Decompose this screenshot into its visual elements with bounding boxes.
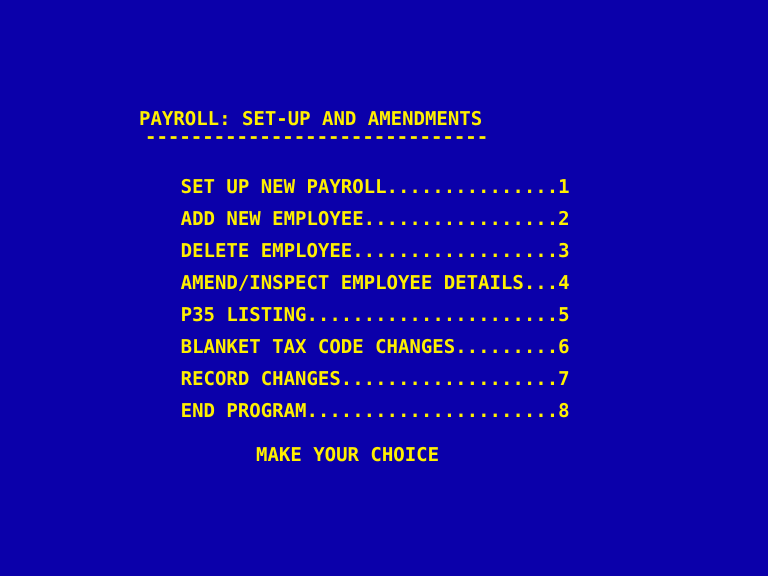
menu-item-label: RECORD CHANGES <box>180 368 341 390</box>
menu-item-key: 7 <box>558 368 570 390</box>
menu-item-dot-leader: .................. <box>352 240 559 262</box>
menu-item-label: P35 LISTING <box>180 304 307 326</box>
menu-item-label: END PROGRAM <box>180 400 307 422</box>
menu-item-dot-leader: ...................... <box>306 304 559 326</box>
menu-item-label: ADD NEW EMPLOYEE <box>180 208 364 230</box>
menu-item-set-up-new-payroll[interactable]: SET UP NEW PAYROLL...............1 <box>112 154 570 198</box>
main-menu: SET UP NEW PAYROLL...............1 ADD N… <box>112 154 570 422</box>
menu-item-label: BLANKET TAX CODE CHANGES <box>180 336 456 358</box>
terminal-screen: PAYROLL: SET-UP AND AMENDMENTS ---------… <box>0 0 768 576</box>
menu-item-dot-leader: ...................... <box>306 400 559 422</box>
menu-item-dot-leader: ................. <box>363 208 559 230</box>
menu-item-key: 5 <box>558 304 570 326</box>
choice-prompt: MAKE YOUR CHOICE <box>256 444 440 466</box>
title-block: PAYROLL: SET-UP AND AMENDMENTS ---------… <box>139 108 488 147</box>
menu-item-label: SET UP NEW PAYROLL <box>180 176 387 198</box>
menu-item-label: DELETE EMPLOYEE <box>180 240 353 262</box>
menu-item-dot-leader: ............... <box>386 176 559 198</box>
menu-item-key: 6 <box>558 336 570 358</box>
menu-item-key: 1 <box>558 176 570 198</box>
menu-item-key: 8 <box>558 400 570 422</box>
menu-item-dot-leader: ......... <box>455 336 559 358</box>
menu-item-dot-leader: ... <box>523 272 559 294</box>
menu-item-key: 4 <box>558 272 570 294</box>
menu-item-dot-leader: ................... <box>340 368 559 390</box>
menu-item-key: 3 <box>558 240 570 262</box>
menu-item-key: 2 <box>558 208 570 230</box>
menu-item-label: AMEND/INSPECT EMPLOYEE DETAILS <box>180 272 524 294</box>
title-underline-rule: ------------------------------ <box>145 126 489 148</box>
